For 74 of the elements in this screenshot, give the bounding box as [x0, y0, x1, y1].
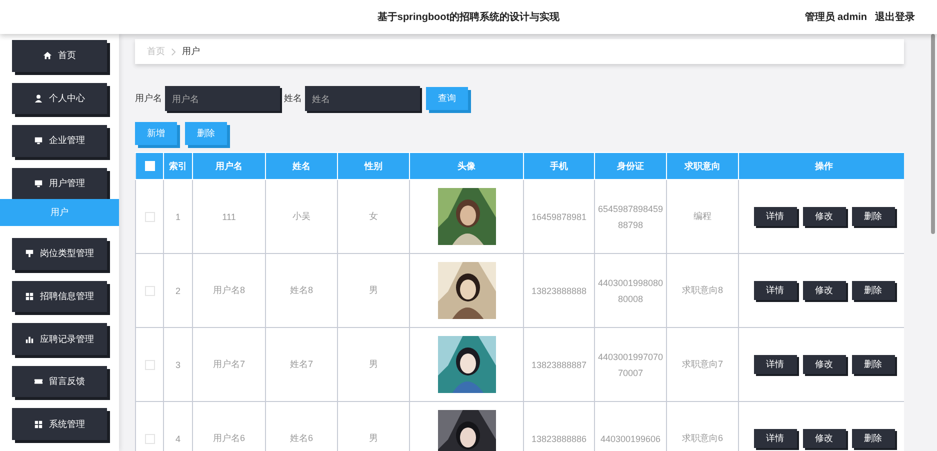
- menu-item[interactable]: 用户管理: [12, 168, 107, 200]
- search-field[interactable]: 姓名: [305, 86, 420, 111]
- bar-chart-icon: [25, 334, 34, 344]
- table-cell: 16459878981: [524, 180, 594, 254]
- table-cell: 求职意向7: [666, 328, 738, 402]
- delete-button[interactable]: 删除: [852, 207, 894, 226]
- ticket-icon: [34, 377, 43, 386]
- row-checkbox[interactable]: [144, 360, 154, 370]
- field-label: 姓名: [284, 92, 302, 105]
- menu-item[interactable]: 个人中心: [12, 82, 107, 114]
- search-field[interactable]: 用户名: [165, 86, 280, 111]
- table-cell: 女: [338, 180, 410, 254]
- delete-button[interactable]: 删除: [852, 355, 894, 374]
- column-header: 头像: [410, 152, 524, 180]
- column-header: 手机: [524, 152, 594, 180]
- field-label: 用户名: [135, 92, 162, 105]
- table-cell: 1: [164, 180, 192, 254]
- column-header: 身份证: [594, 152, 666, 180]
- edit-button[interactable]: 修改: [802, 355, 846, 374]
- user-icon: [34, 94, 43, 103]
- column-header: 姓名: [266, 152, 338, 180]
- breadcrumb-link[interactable]: 用户: [182, 45, 200, 58]
- row-checkbox[interactable]: [144, 212, 154, 222]
- row-checkbox[interactable]: [144, 286, 154, 296]
- table-cell: 2: [164, 254, 192, 328]
- table-cell: 男: [338, 254, 410, 328]
- table-cell: 男: [338, 328, 410, 402]
- menu-item[interactable]: 留言反馈: [12, 366, 107, 398]
- menu-item[interactable]: 系统管理: [12, 408, 107, 440]
- delete-button[interactable]: 删除: [852, 429, 894, 448]
- table-cell: 654598789845988798: [594, 180, 666, 254]
- menu-item[interactable]: 企业管理: [12, 125, 107, 157]
- logout-link[interactable]: 退出登录: [875, 10, 915, 24]
- menu-item[interactable]: 岗位类型管理: [12, 238, 107, 270]
- table-cell: 姓名7: [266, 328, 338, 402]
- edit-button[interactable]: 修改: [802, 281, 846, 300]
- table-cell: 姓名8: [266, 254, 338, 328]
- grid-icon: [34, 420, 43, 429]
- grid-icon: [25, 292, 34, 301]
- table-cell: 13823888887: [524, 328, 594, 402]
- admin-label: 管理员 admin: [804, 10, 867, 24]
- table-cell: 用户名7: [192, 328, 266, 402]
- edit-button[interactable]: 修改: [802, 207, 846, 226]
- monitor-icon: [34, 136, 43, 146]
- table-cell: 用户名8: [192, 254, 266, 328]
- menu-item[interactable]: 首页: [12, 40, 107, 72]
- table-cell: 13823888888: [524, 254, 594, 328]
- row-checkbox[interactable]: [144, 434, 154, 444]
- table-cell: 小吴: [266, 180, 338, 254]
- details-button[interactable]: 详情: [754, 207, 796, 226]
- home-icon: [43, 51, 52, 60]
- sign-icon: [25, 249, 34, 258]
- table-cell: 编程: [666, 180, 738, 254]
- table-cell: 111: [192, 180, 266, 254]
- select-all-checkbox[interactable]: [144, 161, 154, 172]
- edit-button[interactable]: 修改: [802, 429, 846, 448]
- details-button[interactable]: 详情: [754, 281, 796, 300]
- menu-item[interactable]: 招聘信息管理: [12, 280, 107, 312]
- monitor-icon: [34, 179, 43, 188]
- details-button[interactable]: 详情: [754, 355, 796, 374]
- separator-icon: [171, 48, 176, 56]
- column-header: 用户名: [192, 152, 266, 180]
- table-cell: 3: [164, 328, 192, 402]
- column-header: 性别: [338, 152, 410, 180]
- table-cell: 440300199707070007: [594, 328, 666, 402]
- column-header: 索引: [164, 152, 192, 180]
- table-cell: 求职意向8: [666, 254, 738, 328]
- delete-button[interactable]: 删除: [852, 281, 894, 300]
- details-button[interactable]: 详情: [754, 429, 796, 448]
- column-header: 求职意向: [666, 152, 738, 180]
- column-header: 操作: [738, 152, 904, 180]
- table-cell: 440300199808080008: [594, 254, 666, 328]
- app-title: 基于springboot的招聘系统的设计与实现: [377, 10, 560, 24]
- menu-item[interactable]: 应聘记录管理: [12, 323, 107, 355]
